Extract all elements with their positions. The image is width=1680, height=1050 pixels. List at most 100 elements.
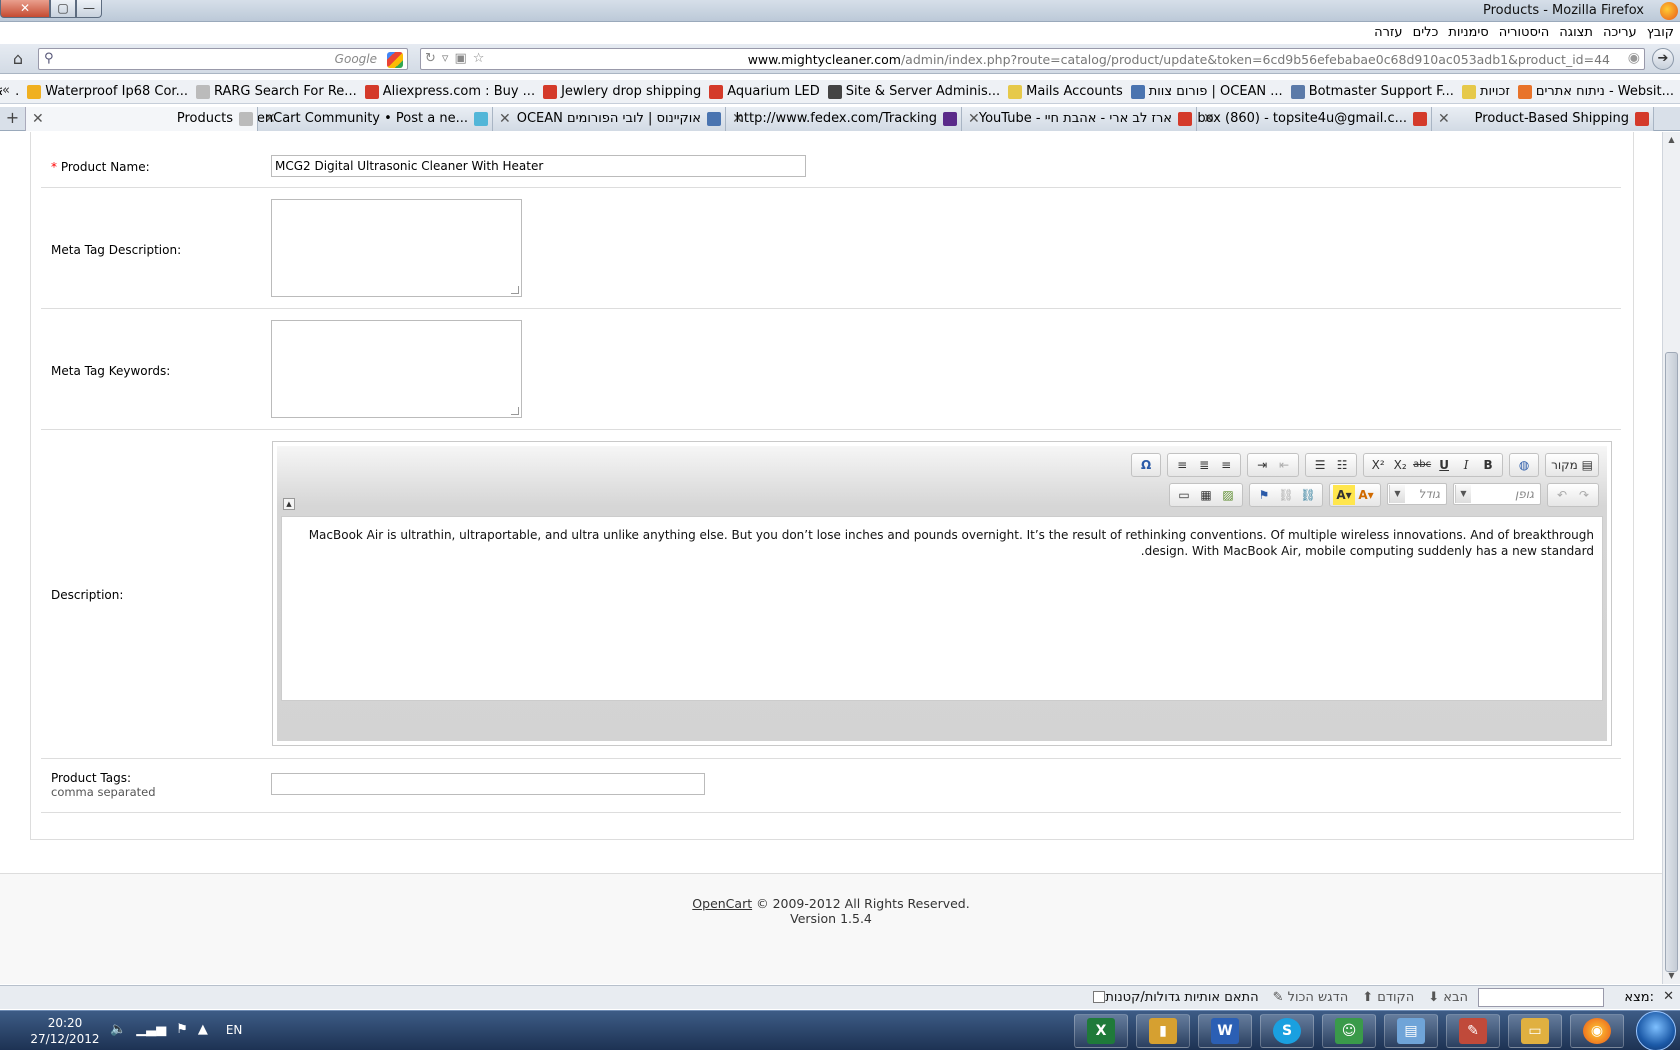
bookmark-item[interactable]: Waterproof Ip68 Cor... <box>27 84 188 99</box>
go-arrow-icon[interactable]: ➔ <box>1652 48 1674 70</box>
meta-keywords-textarea[interactable] <box>271 320 522 418</box>
numbered-list-icon[interactable]: ☷ <box>1331 455 1353 475</box>
opencart-link[interactable]: OpenCart <box>692 896 752 911</box>
menu-help[interactable]: עזרה <box>1374 25 1402 40</box>
bookmark-item[interactable]: Aliexpress.com : Buy ... <box>364 84 535 99</box>
highlight-all-button[interactable]: ✎ הדגש הכול <box>1273 990 1349 1005</box>
outdent-icon[interactable]: ⇤ <box>1273 455 1295 475</box>
tray-expand-icon[interactable]: ▲ <box>198 1022 208 1037</box>
text-color-icon[interactable]: A▾ <box>1355 485 1377 505</box>
find-close-icon[interactable]: ✕ <box>1663 989 1674 1004</box>
background-color-icon[interactable]: A▾ <box>1333 485 1355 505</box>
unlink-icon[interactable]: ⛓ <box>1297 485 1319 505</box>
bookmark-item[interactable]: Botmaster Support F... <box>1290 84 1454 99</box>
bookmark-item[interactable]: פורום צוות | OCEAN ... <box>1130 84 1283 99</box>
start-button[interactable] <box>1636 1011 1676 1050</box>
redo-icon[interactable]: ↷ <box>1573 485 1595 505</box>
collapse-toolbar-icon[interactable]: ▲ <box>283 498 295 510</box>
home-icon[interactable]: ⌂ <box>8 49 28 69</box>
paint-taskbar-button[interactable]: ✎ <box>1446 1014 1500 1048</box>
undo-icon[interactable]: ↶ <box>1551 485 1573 505</box>
bookmarks-overflow-icon[interactable]: « <box>2 83 14 98</box>
excel-taskbar-button[interactable]: X <box>1074 1014 1128 1048</box>
scroll-up-icon[interactable]: ▲ <box>1663 132 1680 148</box>
tab-products[interactable]: ✕ Products <box>26 107 258 131</box>
find-previous-button[interactable]: ⬆ הקודם <box>1362 990 1414 1005</box>
strikethrough-button[interactable]: abc <box>1411 455 1433 475</box>
tab-product-shipping[interactable]: ✕ Product-Based Shipping <box>1432 107 1654 131</box>
bold-button[interactable]: B <box>1477 455 1499 475</box>
checkbox-icon[interactable] <box>1093 991 1106 1003</box>
bookmark-item[interactable]: ניתוח אתרים - Websit... <box>1517 84 1674 99</box>
bookmark-item[interactable]: זכויות <box>1461 84 1510 99</box>
image-icon[interactable]: ▨ <box>1217 485 1239 505</box>
menu-edit[interactable]: עריכה <box>1603 25 1637 40</box>
bookmark-item[interactable]: Site & Server Adminis... <box>827 84 1000 99</box>
window-maximize-button[interactable]: ▢ <box>50 0 76 18</box>
word-taskbar-button[interactable]: W <box>1198 1014 1252 1048</box>
subscript-button[interactable]: X₂ <box>1389 455 1411 475</box>
volume-icon[interactable]: 🔈 <box>110 1022 126 1037</box>
find-next-button[interactable]: ⬇ הבא <box>1428 990 1468 1005</box>
explorer-taskbar-button[interactable]: ▭ <box>1508 1014 1562 1048</box>
url-bar[interactable]: ↻ ▿ ▣ ☆ www.mightycleaner.com/admin/inde… <box>420 48 1645 70</box>
tab-fedex[interactable]: ✕ http://www.fedex.com/Tracking <box>726 107 962 131</box>
link-icon[interactable]: ⛓ <box>1275 485 1297 505</box>
indent-icon[interactable]: ⇥ <box>1251 455 1273 475</box>
tab-close-icon[interactable]: ✕ <box>1438 111 1450 127</box>
scroll-down-icon[interactable]: ▼ <box>1663 968 1680 984</box>
menu-tools[interactable]: כלים <box>1413 25 1439 40</box>
system-clock[interactable]: 20:20 27/12/2012 <box>22 1015 108 1047</box>
anchor-icon[interactable]: ⚑ <box>1253 485 1275 505</box>
vertical-scrollbar[interactable]: ▲ ▼ <box>1662 132 1680 984</box>
bookmark-item[interactable]: Aquarium LED <box>709 84 820 99</box>
bookmark-item[interactable]: Mails Accounts <box>1008 84 1123 99</box>
align-left-icon[interactable]: ≡ <box>1215 455 1237 475</box>
superscript-button[interactable]: X² <box>1367 455 1389 475</box>
firefox-taskbar-button[interactable]: ◉ <box>1570 1014 1624 1048</box>
skype-taskbar-button[interactable]: S <box>1260 1014 1314 1048</box>
reload-icon[interactable]: ↻ <box>425 51 436 66</box>
star-icon[interactable]: ☆ <box>473 51 485 66</box>
dropdown-arrow-icon[interactable]: ▿ <box>442 51 449 66</box>
search-input[interactable]: ⚲ Google <box>38 48 408 70</box>
notepad-taskbar-button[interactable]: ▤ <box>1384 1014 1438 1048</box>
tab-close-icon[interactable]: ✕ <box>499 111 511 127</box>
project-taskbar-button[interactable]: ▮ <box>1136 1014 1190 1048</box>
maximize-icon[interactable]: ◍ <box>1513 455 1535 475</box>
window-minimize-button[interactable]: — <box>76 0 102 18</box>
menu-file[interactable]: קובץ <box>1647 25 1674 40</box>
special-character-button[interactable]: Ω <box>1135 455 1157 475</box>
tab-opencart-community[interactable]: ✕ OpenCart Community • Post a ne... <box>258 107 493 131</box>
table-icon[interactable]: ▦ <box>1195 485 1217 505</box>
tab-ocean-forum[interactable]: ✕ OCEAN אוקיינוס | לובי הפורומים <box>493 107 726 131</box>
window-close-button[interactable]: ✕ <box>0 0 50 18</box>
find-input[interactable] <box>1478 988 1604 1007</box>
italic-button[interactable]: I <box>1455 455 1477 475</box>
tab-youtube[interactable]: ✕ YouTube - ארז לב ארי - אהבת חיי <box>962 107 1197 131</box>
flag-icon[interactable]: ⚑ <box>176 1022 188 1037</box>
tab-gmail-inbox[interactable]: ✕ Inbox (860) - topsite4u@gmail.c... <box>1197 107 1432 131</box>
bookmark-item[interactable]: RARG Search For Re... <box>195 84 357 99</box>
underline-button[interactable]: U <box>1433 455 1455 475</box>
new-tab-button[interactable]: + <box>0 107 26 131</box>
language-indicator[interactable]: EN <box>226 1023 243 1037</box>
bookmark-item[interactable]: Jewlery drop shipping <box>543 84 701 99</box>
menu-view[interactable]: תצוגה <box>1559 25 1593 40</box>
align-center-icon[interactable]: ≣ <box>1193 455 1215 475</box>
google-icon[interactable] <box>387 52 403 68</box>
font-size-select[interactable]: ▼ גודל <box>1387 483 1447 505</box>
site-identity-icon[interactable]: ◉ <box>1628 50 1640 66</box>
menu-history[interactable]: היסטוריה <box>1499 25 1550 40</box>
scrollbar-thumb[interactable] <box>1665 352 1678 972</box>
font-family-select[interactable]: ▼ גופן <box>1453 483 1541 505</box>
product-tags-input[interactable] <box>271 773 705 795</box>
horizontal-rule-icon[interactable]: ▭ <box>1173 485 1195 505</box>
description-edit-area[interactable]: MacBook Air is ultrathin, ultraportable,… <box>281 516 1603 701</box>
align-right-icon[interactable]: ≡ <box>1171 455 1193 475</box>
network-signal-icon[interactable]: ▁▃▅ <box>136 1022 166 1037</box>
messenger-taskbar-button[interactable]: ☺ <box>1322 1014 1376 1048</box>
meta-description-textarea[interactable] <box>271 199 522 297</box>
product-name-input[interactable]: MCG2 Digital Ultrasonic Cleaner With Hea… <box>271 155 806 177</box>
bulleted-list-icon[interactable]: ☰ <box>1309 455 1331 475</box>
